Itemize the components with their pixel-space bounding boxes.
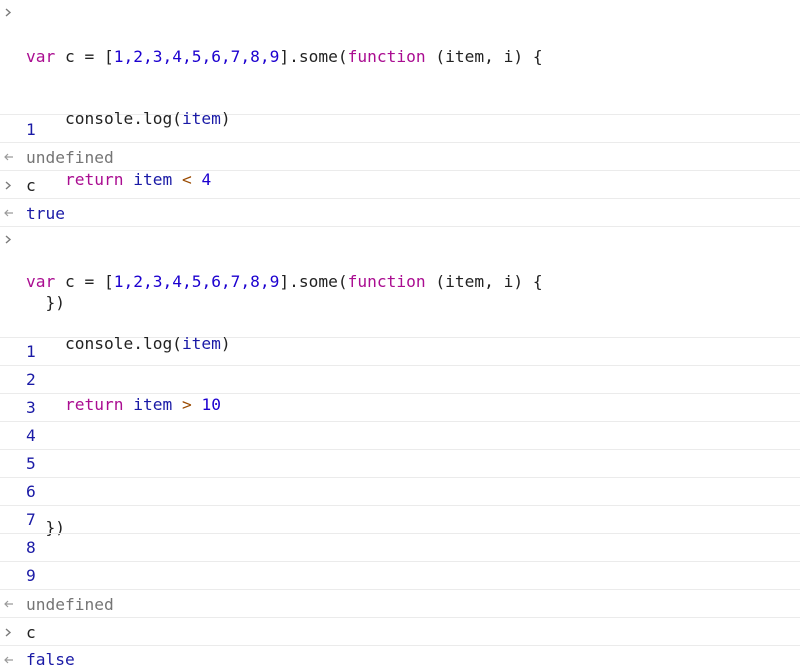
console-log-row: 4 — [0, 422, 800, 450]
log-value: 5 — [26, 454, 36, 473]
console-log-row: 2 — [0, 366, 800, 394]
input-text: c — [26, 623, 36, 642]
code-token: , i) { — [484, 272, 543, 291]
console-log-row: 9 — [0, 562, 800, 590]
code-token: ( — [425, 47, 446, 66]
result-value: false — [26, 650, 75, 669]
chevron-right-icon — [5, 8, 12, 17]
input-prompt — [0, 171, 22, 197]
console-input-row[interactable]: var c = [1,2,3,4,5,6,7,8,9].some(functio… — [0, 227, 800, 537]
chevron-right-icon — [5, 181, 12, 190]
log-value: 3 — [26, 398, 36, 417]
console-result-row: true — [0, 199, 800, 227]
console-log-row: 3 — [0, 394, 800, 422]
code-line: var c = [1,2,3,4,5,6,7,8,9].some(functio… — [26, 272, 543, 293]
log-value: 1 — [26, 342, 36, 361]
result-value: true — [26, 204, 65, 223]
devtools-console: var c = [1,2,3,4,5,6,7,8,9].some(functio… — [0, 0, 800, 672]
input-prompt — [0, 227, 22, 253]
console-result-row: undefined — [0, 143, 800, 171]
keyword-var: var — [26, 272, 56, 291]
console-log-row: 1 — [0, 338, 800, 366]
keyword-function: function — [347, 272, 426, 291]
input-prompt — [0, 618, 22, 644]
console-input-row[interactable]: c — [0, 618, 800, 646]
log-value: 9 — [26, 566, 36, 585]
array-literal: 1,2,3,4,5,6,7,8,9 — [113, 47, 280, 66]
console-log-row: 7 — [0, 506, 800, 534]
param-name: item — [445, 47, 485, 66]
console-log-row: 5 — [0, 450, 800, 478]
result-value: undefined — [26, 595, 114, 614]
keyword-function: function — [347, 47, 426, 66]
log-value: 1 — [26, 120, 36, 139]
chevron-right-icon — [5, 628, 12, 637]
log-value: 4 — [26, 426, 36, 445]
code-token: ( — [425, 272, 446, 291]
return-arrow-icon — [4, 153, 13, 161]
result-marker — [0, 590, 22, 616]
console-log-row: 8 — [0, 534, 800, 562]
log-value: 6 — [26, 482, 36, 501]
console-log-row: 1 — [0, 115, 800, 143]
log-value: 2 — [26, 370, 36, 389]
code-token: ].some( — [279, 47, 348, 66]
param-name: item — [445, 272, 485, 291]
result-marker — [0, 199, 22, 225]
code-line: var c = [1,2,3,4,5,6,7,8,9].some(functio… — [26, 47, 543, 68]
input-text: c — [26, 176, 36, 195]
return-arrow-icon — [4, 656, 13, 664]
console-result-row: undefined — [0, 590, 800, 618]
result-value: undefined — [26, 148, 114, 167]
input-prompt — [0, 0, 22, 26]
keyword-var: var — [26, 47, 56, 66]
code-token: c = [ — [55, 47, 114, 66]
log-value: 7 — [26, 510, 36, 529]
result-marker — [0, 143, 22, 169]
code-token: ].some( — [279, 272, 348, 291]
array-literal: 1,2,3,4,5,6,7,8,9 — [113, 272, 280, 291]
code-token: c = [ — [55, 272, 114, 291]
chevron-right-icon — [5, 235, 12, 244]
console-input-row[interactable]: c — [0, 171, 800, 199]
log-value: 8 — [26, 538, 36, 557]
return-arrow-icon — [4, 209, 13, 217]
result-marker — [0, 646, 22, 672]
console-log-row: 6 — [0, 478, 800, 506]
console-input-row[interactable]: var c = [1,2,3,4,5,6,7,8,9].some(functio… — [0, 0, 800, 312]
console-result-row: false — [0, 646, 800, 672]
return-arrow-icon — [4, 600, 13, 608]
code-token: , i) { — [484, 47, 543, 66]
